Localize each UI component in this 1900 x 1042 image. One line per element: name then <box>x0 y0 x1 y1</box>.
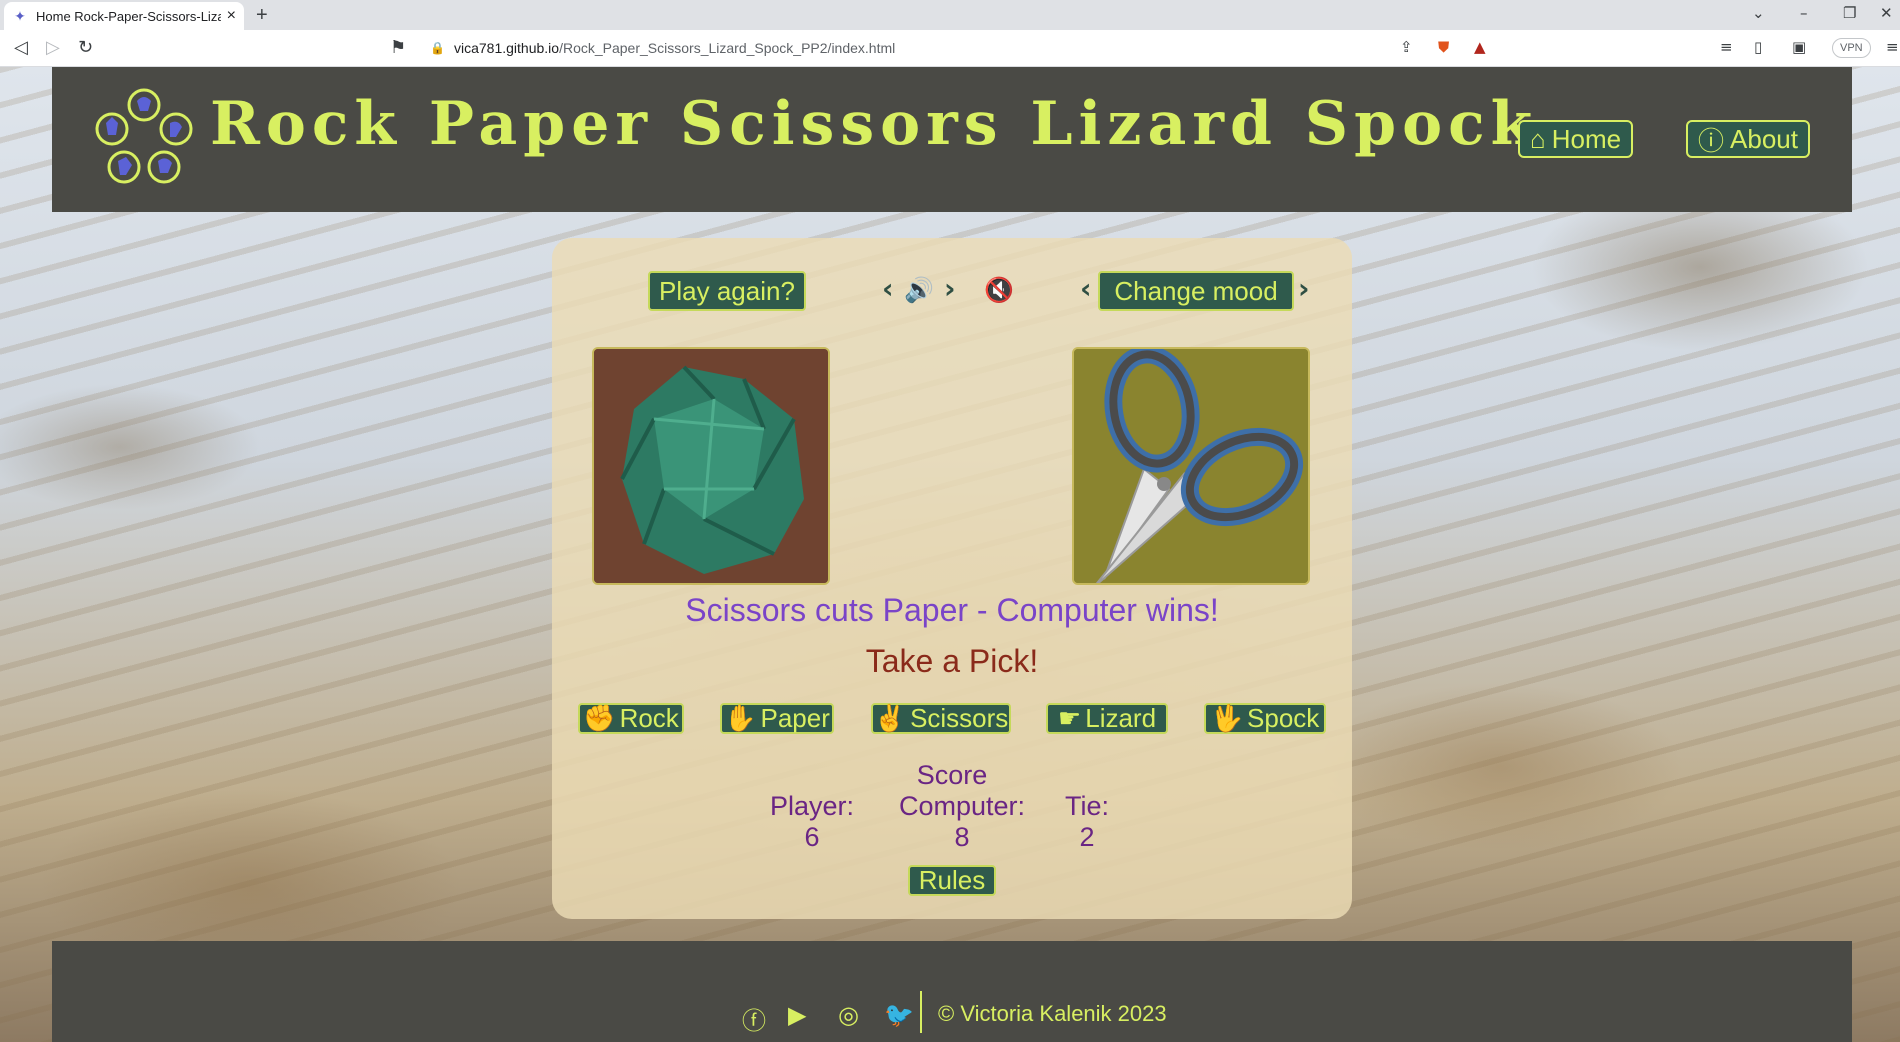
sidebar-icon[interactable]: ▯ <box>1754 38 1762 56</box>
computer-choice-image <box>1072 347 1310 585</box>
home-icon: ⌂ <box>1530 123 1546 154</box>
choice-spock-button[interactable]: 🖖 Spock <box>1204 703 1326 734</box>
result-message: Scissors cuts Paper - Computer wins! <box>685 592 1219 628</box>
restore-icon[interactable]: ❐ <box>1843 4 1856 22</box>
spock-hand-icon: 🖖 <box>1210 703 1244 733</box>
new-tab-button[interactable]: + <box>256 4 268 27</box>
player-score-label: Player: <box>769 791 855 821</box>
youtube-icon[interactable]: ▶ <box>788 1001 806 1029</box>
player-choice-image <box>592 347 830 585</box>
player-score-value: 6 <box>804 822 820 852</box>
choice-scissors-label: Scissors <box>910 703 1009 733</box>
fist-icon: ✊ <box>583 703 616 733</box>
nav-home-label: Home <box>1551 123 1622 154</box>
vpn-button[interactable]: VPN <box>1832 38 1871 58</box>
tie-score: Tie: 2 <box>1057 791 1117 853</box>
lock-icon: 🔒 <box>430 41 445 55</box>
bookmark-icon[interactable]: ⚑ <box>390 37 406 58</box>
speaker-on-icon[interactable]: 🔊 <box>904 276 934 304</box>
tab-close-icon[interactable]: × <box>227 7 236 25</box>
open-hand-icon: ✋ <box>724 703 757 733</box>
site-favicon-icon: ✦ <box>14 8 26 24</box>
menu-icon[interactable]: ≡ <box>1886 38 1899 56</box>
play-again-button[interactable]: Play again? <box>648 271 806 311</box>
site-title: Rock Paper Scissors Lizard Spock <box>210 89 1539 159</box>
browser-tab-bar: ✦ Home Rock-Paper-Scissors-Lizard × + ⌄ … <box>0 0 1900 30</box>
choice-paper-label: Paper <box>760 703 830 733</box>
mood-prev-chevron-icon[interactable]: ‹ <box>1080 272 1092 305</box>
take-a-pick-prompt: Take a Pick! <box>865 643 1039 679</box>
brave-rewards-icon[interactable]: ▲ <box>1474 38 1486 56</box>
facebook-icon[interactable]: ⓕ <box>742 1001 766 1036</box>
site-header: Rock Paper Scissors Lizard Spock ⌂ Home … <box>52 67 1852 212</box>
minimize-icon[interactable]: – <box>1800 4 1808 22</box>
player-score: Player: 6 <box>762 791 862 853</box>
tie-score-label: Tie: <box>1064 791 1109 821</box>
url-field[interactable]: 🔒 vica781.github.io /Rock_Paper_Scissors… <box>430 34 1550 62</box>
mood-next-chevron-icon[interactable]: › <box>1298 272 1310 305</box>
info-icon: ⓘ <box>1698 125 1725 156</box>
choice-paper-button[interactable]: ✋ Paper <box>720 703 834 734</box>
site-footer: ⓕ ▶ ◎ 🐦 © Victoria Kalenik 2023 <box>52 941 1852 1042</box>
back-icon[interactable]: ◁ <box>14 37 28 58</box>
brave-shield-icon[interactable]: ⛊ <box>1438 38 1449 56</box>
window-close-icon[interactable]: ✕ <box>1880 4 1893 22</box>
tab-title: Home Rock-Paper-Scissors-Lizard <box>36 8 221 24</box>
computer-score-label: Computer: <box>898 791 1026 821</box>
choice-lizard-label: Lizard <box>1085 703 1157 733</box>
copyright-text: © Victoria Kalenik 2023 <box>938 1001 1167 1026</box>
nav-home-link[interactable]: ⌂ Home <box>1518 120 1634 158</box>
url-path: /Rock_Paper_Scissors_Lizard_Spock_PP2/in… <box>559 40 896 56</box>
forward-icon[interactable]: ▷ <box>46 37 60 58</box>
game-logo-icon <box>95 88 193 184</box>
game-area: Play again? ‹ 🔊 › 🔇 ‹ Change mood › Scis… <box>552 238 1352 919</box>
share-icon[interactable]: ⇪ <box>1400 38 1413 56</box>
rules-button[interactable]: Rules <box>908 865 996 896</box>
scissors-hand-icon: ✌ <box>873 703 907 733</box>
score-heading: Score <box>916 760 988 790</box>
computer-score-value: 8 <box>954 822 970 852</box>
instagram-icon[interactable]: ◎ <box>838 1001 859 1029</box>
page-viewport: Rock Paper Scissors Lizard Spock ⌂ Home … <box>0 67 1900 1042</box>
tab-search-chevron-icon[interactable]: ⌄ <box>1752 4 1765 22</box>
choice-rock-label: Rock <box>619 703 679 733</box>
speaker-mute-icon[interactable]: 🔇 <box>984 276 1014 304</box>
address-bar-row: ◁ ▷ ↻ ⚑ 🔒 vica781.github.io /Rock_Paper_… <box>0 30 1900 67</box>
crumpled-paper-image <box>594 349 828 583</box>
choice-lizard-button[interactable]: ☛ Lizard <box>1046 703 1168 734</box>
twitter-icon[interactable]: 🐦 <box>884 1001 914 1029</box>
tie-score-value: 2 <box>1079 822 1095 852</box>
lizard-hand-icon: ☛ <box>1057 703 1082 733</box>
playlist-icon[interactable]: ≡ <box>1720 38 1733 56</box>
reload-icon[interactable]: ↻ <box>78 37 93 58</box>
nav-about-link[interactable]: ⓘ About <box>1686 120 1810 158</box>
url-domain: vica781.github.io <box>454 40 560 56</box>
computer-score: Computer: 8 <box>882 791 1042 853</box>
choice-scissors-button[interactable]: ✌ Scissors <box>871 703 1011 734</box>
choice-rock-button[interactable]: ✊ Rock <box>578 703 684 734</box>
sound-next-chevron-icon[interactable]: › <box>944 272 956 305</box>
sound-prev-chevron-icon[interactable]: ‹ <box>882 272 894 305</box>
nav-about-label: About <box>1730 123 1798 154</box>
scissors-image <box>1074 349 1308 583</box>
change-mood-button[interactable]: Change mood <box>1098 271 1294 311</box>
wallet-icon[interactable]: ▣ <box>1792 38 1806 56</box>
browser-tab[interactable]: ✦ Home Rock-Paper-Scissors-Lizard × <box>4 2 244 30</box>
footer-divider <box>920 991 922 1033</box>
choice-spock-label: Spock <box>1247 703 1320 733</box>
